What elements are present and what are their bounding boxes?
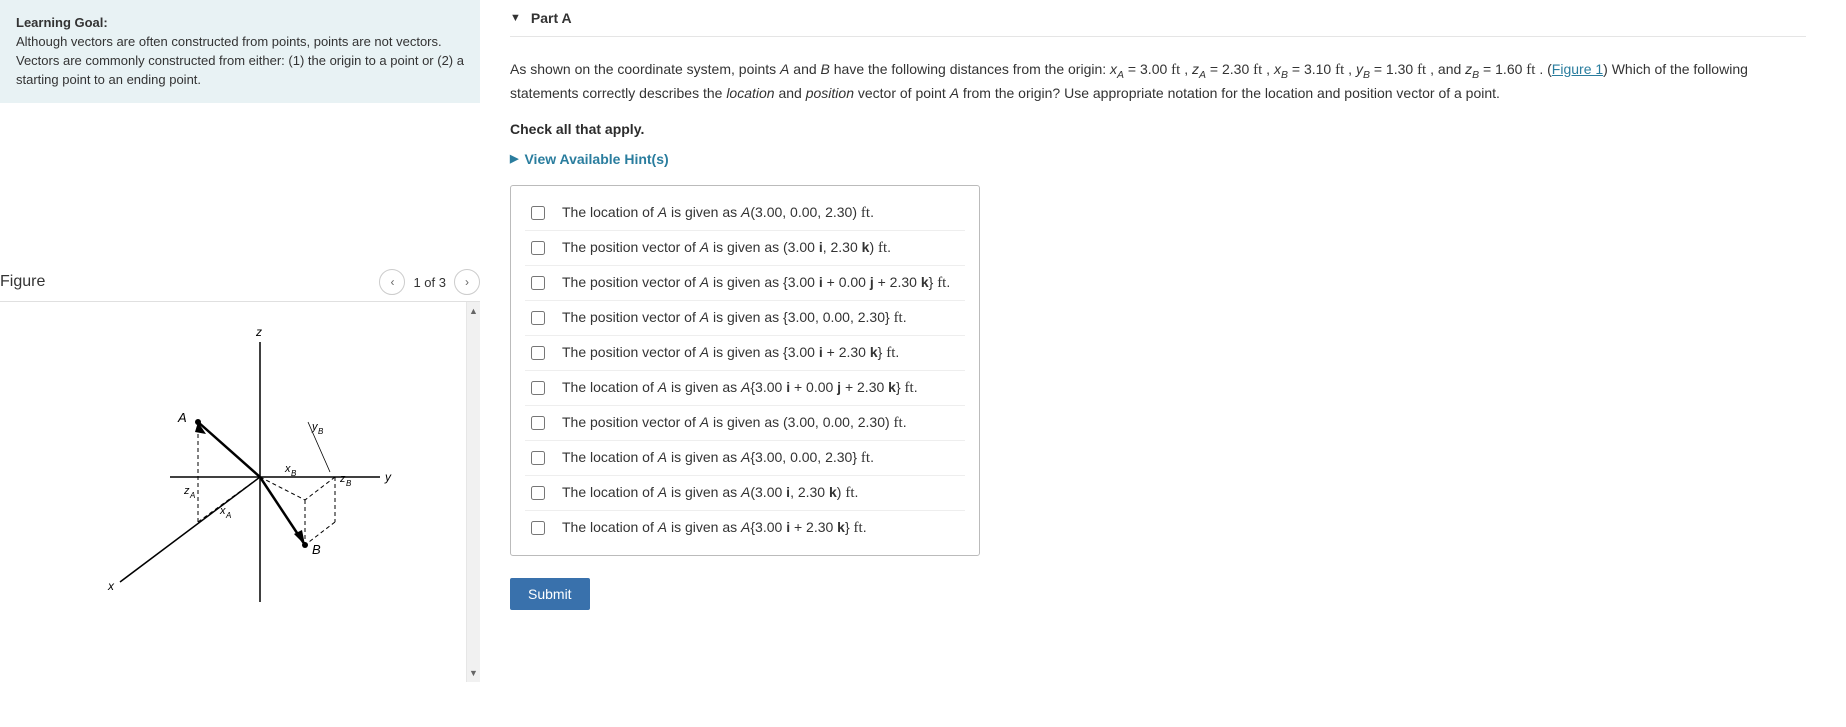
choice-checkbox[interactable] (531, 381, 545, 395)
figure-label: Figure (0, 273, 45, 291)
choice-text: The location of A is given as A{3.00, 0.… (562, 449, 874, 467)
figure-area: z y x A zA xA (0, 302, 480, 682)
svg-text:A: A (177, 410, 187, 425)
figure-prev-button[interactable]: ‹ (379, 269, 405, 295)
choice-text: The location of A is given as A{3.00 i +… (562, 379, 918, 397)
part-label: Part A (531, 10, 572, 26)
svg-text:x: x (219, 505, 226, 517)
figure-scrollbar[interactable]: ▲ ▼ (466, 302, 480, 682)
choice-checkbox[interactable] (531, 486, 545, 500)
svg-text:B: B (318, 427, 324, 436)
choice-text: The location of A is given as A(3.00 i, … (562, 484, 858, 502)
figure-diagram: z y x A zA xA (80, 322, 400, 622)
choice-text: The location of A is given as A{3.00 i +… (562, 519, 867, 537)
view-hints-toggle[interactable]: ▶ View Available Hint(s) (510, 151, 1806, 167)
choice-checkbox[interactable] (531, 521, 545, 535)
choice-row[interactable]: The location of A is given as A{3.00 i +… (525, 510, 965, 545)
choice-row[interactable]: The location of A is given as A{3.00 i +… (525, 370, 965, 405)
choice-checkbox[interactable] (531, 346, 545, 360)
choice-text: The position vector of A is given as (3.… (562, 414, 907, 432)
choice-row[interactable]: The position vector of A is given as {3.… (525, 300, 965, 335)
choice-text: The position vector of A is given as {3.… (562, 274, 950, 292)
part-header[interactable]: ▼ Part A (510, 0, 1806, 37)
svg-text:x: x (107, 579, 115, 593)
svg-text:z: z (255, 325, 262, 339)
svg-text:x: x (284, 463, 291, 475)
submit-button[interactable]: Submit (510, 578, 590, 610)
collapse-icon: ▼ (510, 12, 521, 24)
choice-row[interactable]: The location of A is given as A(3.00 i, … (525, 475, 965, 510)
svg-text:B: B (291, 469, 297, 478)
figure-pager: ‹ 1 of 3 › (379, 269, 480, 295)
choice-text: The location of A is given as A(3.00, 0.… (562, 204, 874, 222)
choice-row[interactable]: The position vector of A is given as {3.… (525, 265, 965, 300)
choices-box: The location of A is given as A(3.00, 0.… (510, 185, 980, 556)
svg-text:A: A (189, 491, 195, 500)
figure-link[interactable]: Figure 1 (1552, 61, 1603, 77)
svg-text:B: B (346, 479, 352, 488)
figure-pager-text: 1 of 3 (413, 275, 446, 290)
chevron-right-icon: ▶ (510, 152, 518, 165)
svg-text:z: z (183, 485, 190, 497)
check-all-instruction: Check all that apply. (510, 121, 1806, 137)
choice-checkbox[interactable] (531, 241, 545, 255)
learning-goal-title: Learning Goal: (16, 14, 464, 33)
svg-text:z: z (339, 473, 346, 485)
choice-text: The position vector of A is given as {3.… (562, 309, 907, 327)
learning-goal-box: Learning Goal: Although vectors are ofte… (0, 0, 480, 103)
view-hints-label: View Available Hint(s) (524, 151, 668, 167)
choice-row[interactable]: The position vector of A is given as {3.… (525, 335, 965, 370)
choice-row[interactable]: The location of A is given as A{3.00, 0.… (525, 440, 965, 475)
scroll-down-icon: ▼ (469, 668, 478, 678)
choice-row[interactable]: The location of A is given as A(3.00, 0.… (525, 196, 965, 230)
svg-text:y: y (384, 470, 392, 484)
svg-text:B: B (312, 542, 321, 557)
choice-checkbox[interactable] (531, 206, 545, 220)
scroll-up-icon: ▲ (469, 306, 478, 316)
choice-row[interactable]: The position vector of A is given as (3.… (525, 405, 965, 440)
problem-statement: As shown on the coordinate system, point… (510, 59, 1806, 105)
choice-checkbox[interactable] (531, 276, 545, 290)
choice-checkbox[interactable] (531, 311, 545, 325)
choice-row[interactable]: The position vector of A is given as (3.… (525, 230, 965, 265)
choice-checkbox[interactable] (531, 416, 545, 430)
learning-goal-body: Although vectors are often constructed f… (16, 33, 464, 90)
figure-next-button[interactable]: › (454, 269, 480, 295)
choice-checkbox[interactable] (531, 451, 545, 465)
svg-text:A: A (225, 511, 231, 520)
figure-header: Figure ‹ 1 of 3 › (0, 263, 480, 302)
choice-text: The position vector of A is given as (3.… (562, 239, 891, 257)
choice-text: The position vector of A is given as {3.… (562, 344, 899, 362)
